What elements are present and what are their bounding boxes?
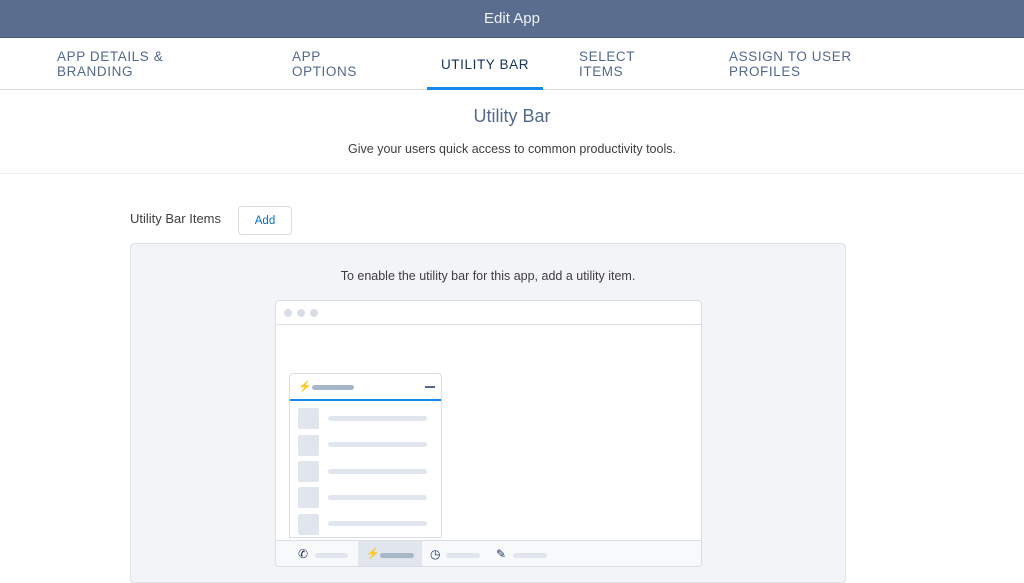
placeholder-square (298, 487, 319, 508)
modal-title: Edit App (484, 10, 540, 27)
utility-item-history: ◷ (422, 541, 488, 566)
empty-state-message: To enable the utility bar for this app, … (340, 269, 636, 283)
notes-icon: ✎ (496, 547, 507, 561)
placeholder-square (298, 408, 319, 429)
placeholder-bar (513, 553, 547, 558)
placeholder-bar (446, 553, 480, 558)
window-dot (297, 309, 305, 317)
add-utility-item-button[interactable]: Add (238, 206, 292, 235)
tab-assign-to-user-profiles[interactable]: ASSIGN TO USER PROFILES (729, 38, 918, 90)
placeholder-bar (328, 495, 427, 500)
illustration-utility-panel: ⚡ (289, 373, 442, 538)
tab-utility-bar[interactable]: UTILITY BAR (427, 38, 543, 90)
placeholder-bar (315, 553, 348, 558)
placeholder-square (298, 461, 319, 482)
tab-app-options[interactable]: APP OPTIONS (292, 38, 389, 90)
window-dot (284, 309, 292, 317)
minimize-icon (425, 386, 435, 388)
utility-item-lightning: ⚡ (358, 541, 422, 566)
phone-icon: ✆ (298, 547, 309, 561)
illustration-panel-header: ⚡ (290, 374, 441, 401)
placeholder-square (298, 514, 319, 535)
section-title: Utility Bar (473, 106, 551, 126)
placeholder-square (298, 435, 319, 456)
utility-bar-items-label: Utility Bar Items (130, 211, 222, 226)
placeholder-bar (312, 385, 354, 390)
lightning-icon: ⚡ (298, 381, 312, 393)
utility-item-phone: ✆ (290, 541, 358, 566)
clock-icon: ◷ (430, 547, 441, 561)
tab-select-items[interactable]: SELECT ITEMS (579, 38, 677, 90)
empty-state-panel: To enable the utility bar for this app, … (130, 243, 846, 583)
utility-item-notes: ✎ (488, 541, 558, 566)
illustration-titlebar (276, 301, 701, 325)
placeholder-bar (328, 469, 427, 474)
placeholder-bar (328, 416, 427, 421)
section-subtitle: Give your users quick access to common p… (348, 142, 676, 156)
illustration-utility-bar: ✆ ⚡ ◷ ✎ (276, 540, 701, 566)
tab-app-details-branding[interactable]: APP DETAILS & BRANDING (57, 38, 240, 90)
utility-bar-illustration: ⚡ ✆ ⚡ ◷ ✎ (275, 300, 702, 567)
tab-bar: APP DETAILS & BRANDING APP OPTIONS UTILI… (0, 38, 1024, 90)
modal-header: Edit App (0, 0, 1024, 38)
section-divider (0, 173, 1024, 174)
placeholder-bar (380, 553, 414, 558)
placeholder-bar (328, 442, 427, 447)
lightning-icon: ⚡ (366, 548, 380, 560)
placeholder-bar (328, 521, 427, 526)
window-dot (310, 309, 318, 317)
